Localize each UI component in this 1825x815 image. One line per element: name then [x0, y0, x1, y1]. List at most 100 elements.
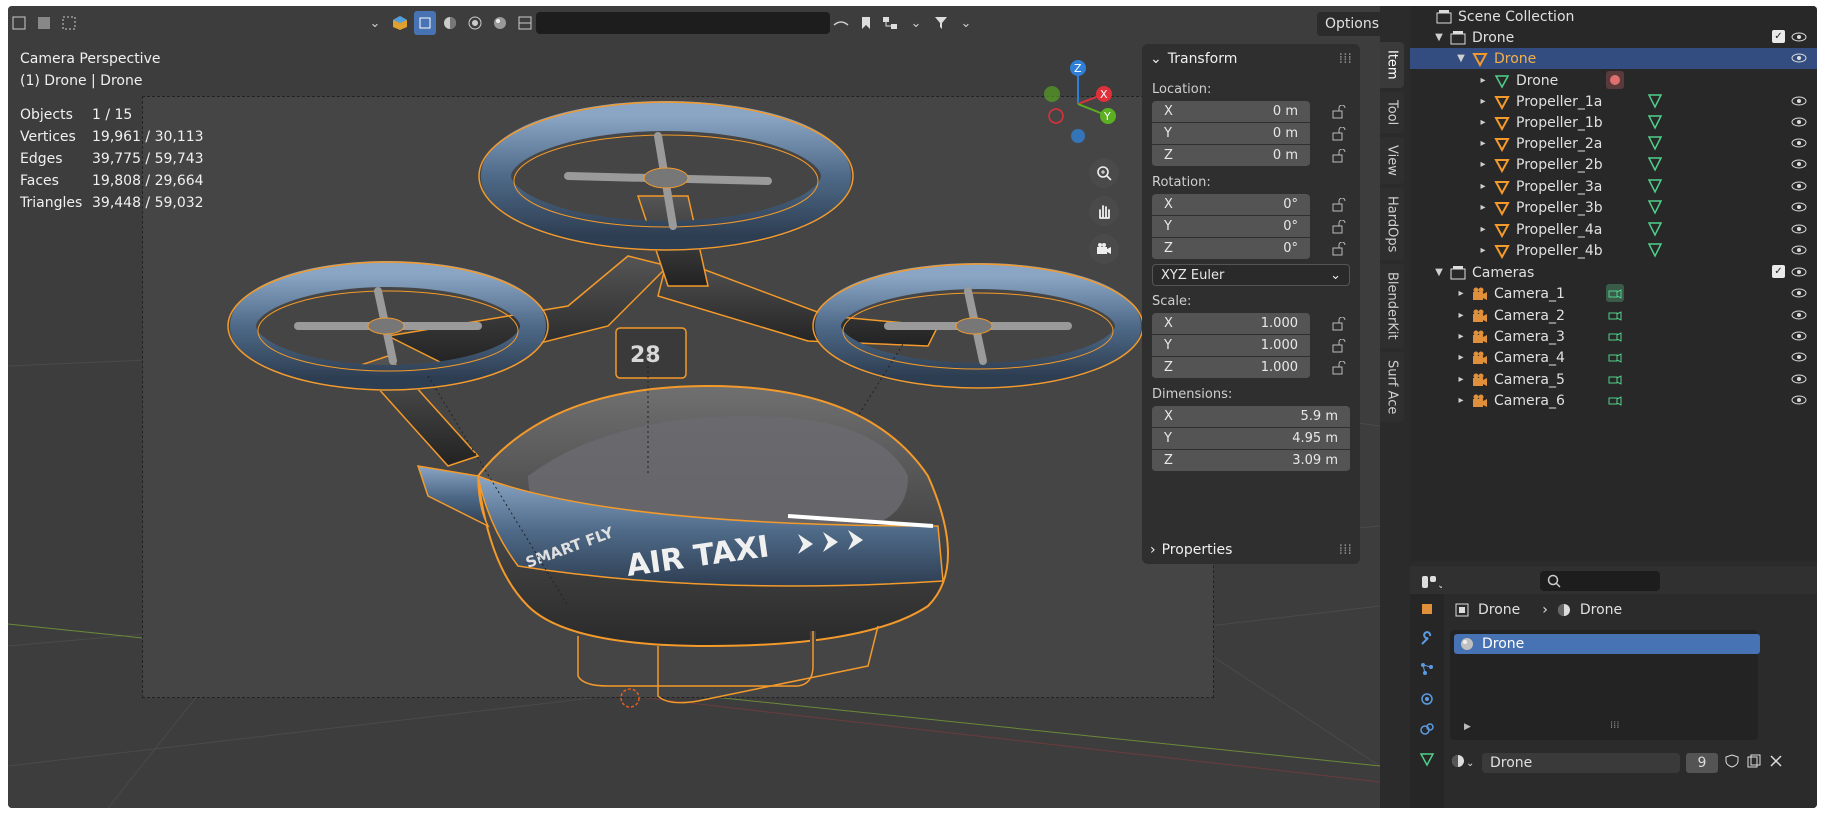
outliner-row[interactable]: ▸ Propeller_1b: [1410, 112, 1817, 133]
resize-handle-icon[interactable]: ⁞⁞⁞: [1610, 720, 1620, 731]
modifier-wrench-icon[interactable]: [1410, 624, 1444, 654]
outliner-row[interactable]: ▸ Propeller_4b: [1410, 240, 1817, 261]
eye-icon[interactable]: [1791, 264, 1807, 280]
outliner-row-selected[interactable]: ▼ Drone: [1410, 48, 1817, 69]
eye-icon[interactable]: [1791, 156, 1807, 172]
expand-toggle-icon[interactable]: ▸: [1454, 352, 1468, 363]
drag-handle-icon[interactable]: ⁞⁞⁞: [1339, 542, 1352, 558]
expand-toggle-icon[interactable]: ▸: [1454, 310, 1468, 321]
properties-panel-header[interactable]: › Properties ⁞⁞⁞: [1142, 536, 1360, 564]
material-slot-item[interactable]: Drone: [1454, 634, 1760, 654]
expand-toggle-icon[interactable]: ▸: [1476, 138, 1490, 149]
scene-collection-row[interactable]: Scene Collection: [1410, 6, 1817, 27]
eye-icon[interactable]: [1791, 242, 1807, 258]
mesh-data-icon[interactable]: [1646, 155, 1664, 173]
eye-icon[interactable]: [1791, 178, 1807, 194]
camera-data-icon[interactable]: [1606, 391, 1624, 409]
physics-icon[interactable]: [1410, 684, 1444, 714]
unlock-icon[interactable]: [1332, 242, 1348, 256]
fake-user-shield-icon[interactable]: [1724, 753, 1740, 773]
outliner-row[interactable]: ▼ Cameras ✓: [1410, 262, 1817, 283]
unlock-icon[interactable]: [1332, 361, 1348, 375]
expand-toggle-icon[interactable]: ▸: [1476, 75, 1490, 86]
particles-icon[interactable]: [1410, 654, 1444, 684]
eye-icon[interactable]: [1791, 114, 1807, 130]
outliner-row[interactable]: ▸ Propeller_3b: [1410, 197, 1817, 218]
exclude-checkbox[interactable]: ✓: [1772, 30, 1785, 43]
outliner-row[interactable]: ▸ Camera_6: [1410, 390, 1817, 411]
outliner-row[interactable]: ▸ Camera_4: [1410, 347, 1817, 368]
outliner-row[interactable]: ▸ Camera_1: [1410, 283, 1817, 304]
unlock-icon[interactable]: [1332, 220, 1348, 234]
mesh-data-icon[interactable]: [1646, 198, 1664, 216]
unlock-icon[interactable]: [1332, 149, 1348, 163]
mesh-data-icon[interactable]: [1646, 134, 1664, 152]
dimensions-x-field[interactable]: X 5.9 m: [1152, 406, 1350, 428]
expand-toggle-icon[interactable]: ▸: [1454, 288, 1468, 299]
expand-toggle-icon[interactable]: ▸: [1454, 395, 1468, 406]
unlock-icon[interactable]: [1332, 105, 1348, 119]
mesh-data-icon[interactable]: [1646, 220, 1664, 238]
eye-icon[interactable]: [1791, 307, 1807, 323]
transform-panel-header[interactable]: ⌄ Transform ⁞⁞⁞: [1142, 44, 1360, 74]
expand-toggle-icon[interactable]: ▸: [1476, 159, 1490, 170]
drag-handle-icon[interactable]: ⁞⁞⁞: [1339, 51, 1352, 67]
eye-icon[interactable]: [1791, 328, 1807, 344]
zoom-icon[interactable]: [1089, 158, 1119, 188]
unlock-icon[interactable]: [1332, 198, 1348, 212]
orientation-gizmo[interactable]: Z X Y: [1030, 56, 1126, 152]
editor-type-icon[interactable]: ⌄: [1420, 570, 1442, 594]
tab-hardops[interactable]: HardOps: [1380, 187, 1404, 261]
tab-blenderkit[interactable]: BlenderKit: [1380, 264, 1404, 348]
eye-icon[interactable]: [1791, 349, 1807, 365]
tab-surf-ace[interactable]: Surf Ace: [1380, 351, 1404, 423]
constraints-icon[interactable]: [1410, 714, 1444, 744]
expand-toggle-icon[interactable]: ▸: [1476, 245, 1490, 256]
mesh-data-icon[interactable]: [1646, 113, 1664, 131]
expand-toggle-icon[interactable]: ▸: [1476, 202, 1490, 213]
properties-search-input[interactable]: [1540, 571, 1660, 591]
expand-toggle-icon[interactable]: ▸: [1476, 96, 1490, 107]
tab-item[interactable]: Item: [1380, 42, 1404, 88]
pan-hand-icon[interactable]: [1089, 196, 1119, 226]
location-z-field[interactable]: Z 0 m: [1152, 145, 1346, 167]
expand-toggle-icon[interactable]: ▸: [1454, 374, 1468, 385]
outliner-row[interactable]: ▸ Propeller_1a: [1410, 91, 1817, 112]
location-x-field[interactable]: X 0 m: [1152, 101, 1346, 123]
mesh-data-icon[interactable]: [1646, 177, 1664, 195]
unlock-icon[interactable]: [1332, 339, 1348, 353]
dimensions-y-field[interactable]: Y 4.95 m: [1152, 428, 1350, 450]
material-icon[interactable]: [1606, 71, 1624, 89]
eye-icon[interactable]: [1791, 93, 1807, 109]
rotation-mode-select[interactable]: XYZ Euler ⌄: [1152, 264, 1350, 286]
tab-view[interactable]: View: [1380, 136, 1404, 184]
material-name-field[interactable]: Drone: [1482, 753, 1680, 773]
eye-icon[interactable]: [1791, 371, 1807, 387]
expand-toggle-icon[interactable]: ▼: [1454, 53, 1468, 64]
tab-tool[interactable]: Tool: [1380, 91, 1404, 133]
eye-icon[interactable]: [1791, 50, 1807, 66]
scale-x-field[interactable]: X 1.000: [1152, 313, 1346, 335]
expand-toggle-icon[interactable]: ▸: [1476, 181, 1490, 192]
rotation-x-field[interactable]: X 0°: [1152, 194, 1346, 216]
camera-view-icon[interactable]: [1089, 234, 1119, 264]
outliner-row[interactable]: ▸ Propeller_2b: [1410, 154, 1817, 175]
outliner-row[interactable]: ▸ Drone: [1410, 70, 1817, 91]
scale-y-field[interactable]: Y 1.000: [1152, 335, 1346, 357]
unlink-close-icon[interactable]: [1768, 753, 1784, 773]
eye-icon[interactable]: [1791, 199, 1807, 215]
mesh-data-tab-icon[interactable]: [1410, 744, 1444, 774]
rotation-z-field[interactable]: Z 0°: [1152, 238, 1346, 260]
camera-data-icon[interactable]: [1606, 370, 1624, 388]
outliner-row[interactable]: ▼ Drone ✓: [1410, 27, 1817, 48]
expand-toggle-icon[interactable]: ▼: [1432, 32, 1446, 43]
exclude-checkbox[interactable]: ✓: [1772, 265, 1785, 278]
expand-toggle-icon[interactable]: ▸: [1476, 224, 1490, 235]
camera-data-icon[interactable]: [1606, 348, 1624, 366]
expand-toggle-icon[interactable]: ▸: [1454, 331, 1468, 342]
mesh-data-icon[interactable]: [1646, 241, 1664, 259]
outliner-row[interactable]: ▸ Camera_2: [1410, 305, 1817, 326]
eye-icon[interactable]: [1791, 135, 1807, 151]
outliner-row[interactable]: ▸ Camera_3: [1410, 326, 1817, 347]
eye-icon[interactable]: [1791, 221, 1807, 237]
